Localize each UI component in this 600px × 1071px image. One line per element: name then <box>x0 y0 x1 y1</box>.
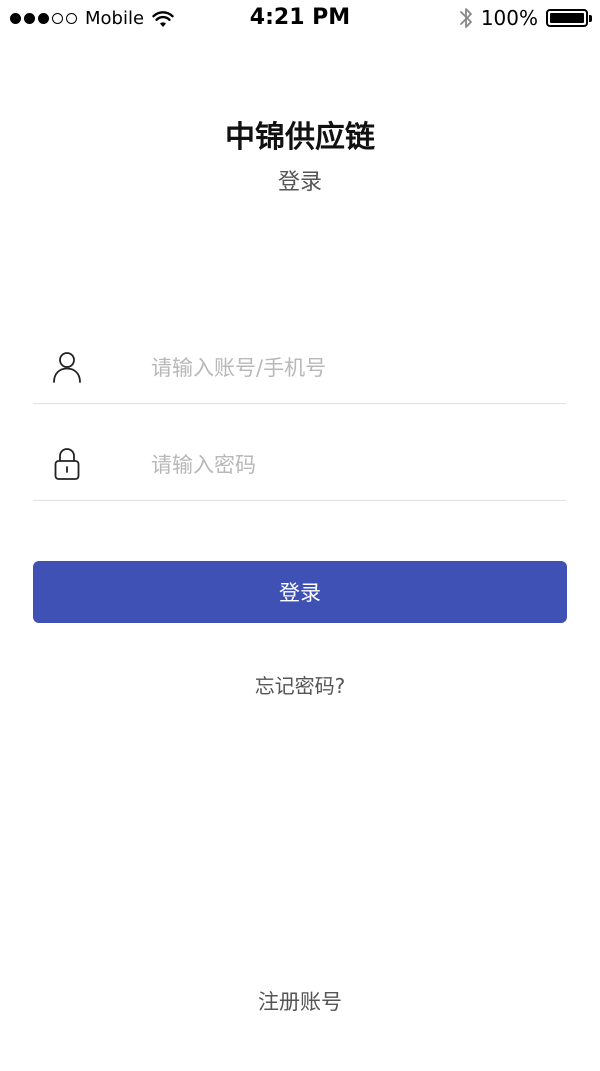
account-field-row <box>33 339 566 404</box>
status-bar: Mobile 4:21 PM 100% <box>0 0 600 40</box>
register-account-link[interactable]: 注册账号 <box>0 986 600 1016</box>
password-field-row <box>33 436 566 501</box>
status-right: 100% <box>459 6 592 30</box>
app-title: 中锦供应链 <box>225 120 375 155</box>
forgot-password-link[interactable]: 忘记密码? <box>0 670 600 699</box>
page-subtitle: 登录 <box>277 170 322 195</box>
login-button[interactable]: 登录 <box>33 561 567 623</box>
lock-icon <box>54 448 80 480</box>
battery-cap <box>589 15 592 22</box>
bluetooth-icon <box>459 8 472 28</box>
account-input[interactable] <box>151 347 551 389</box>
battery-percentage: 100% <box>480 6 538 30</box>
user-icon <box>53 352 81 383</box>
battery-fill <box>550 13 584 23</box>
password-input[interactable] <box>151 444 551 486</box>
login-screen: Mobile 4:21 PM 100% 中锦供应链 登录 请输入账号/手机号 登… <box>0 0 600 1071</box>
battery-icon <box>546 9 592 27</box>
